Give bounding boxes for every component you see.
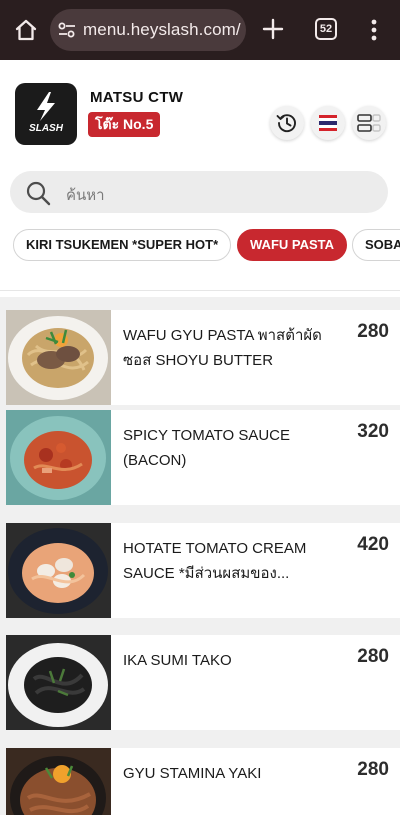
menu-item-price: 320	[357, 421, 389, 442]
tab-switcher-icon[interactable]: 52	[315, 18, 337, 40]
category-chip-wafu-pasta[interactable]: WAFU PASTA	[237, 229, 348, 261]
menu-item-name: HOTATE TOMATO CREAM SAUCE *มีส่วนผสมของ.…	[123, 540, 307, 582]
menu-item-price: 280	[357, 646, 389, 667]
search-bar[interactable]: ค้นหา	[10, 171, 388, 213]
site-settings-icon[interactable]	[56, 20, 78, 40]
history-icon	[276, 114, 296, 133]
more-vert-icon[interactable]	[364, 14, 384, 46]
logo-text: SLASH	[29, 123, 63, 134]
food-photo	[6, 635, 111, 730]
language-button[interactable]	[311, 106, 345, 140]
url-text[interactable]: menu.heyslash.com/	[83, 20, 241, 40]
lightning-bolt-icon	[37, 92, 55, 121]
menu-item-price: 280	[357, 759, 389, 780]
category-chip-kiri-tsukemen[interactable]: KIRI TSUKEMEN *SUPER HOT*	[13, 229, 232, 261]
restaurant-logo: SLASH	[15, 83, 77, 145]
menu-item-name: SPICY TOMATO SAUCE (BACON)	[123, 427, 290, 469]
menu-item[interactable]: WAFU GYU PASTA พาสต้าผัดซอส SHOYU BUTTER…	[6, 310, 400, 405]
restaurant-name: MATSU CTW	[90, 89, 184, 106]
order-history-button[interactable]	[270, 106, 304, 140]
category-tabs: KIRI TSUKEMEN *SUPER HOT* WAFU PASTA SOB…	[0, 229, 400, 261]
food-photo	[6, 310, 111, 405]
thai-flag-icon	[319, 115, 337, 131]
menu-item[interactable]: SPICY TOMATO SAUCE (BACON) 320	[6, 410, 400, 505]
view-toggle-button[interactable]	[352, 106, 386, 140]
menu-item-name: GYU STAMINA YAKI	[123, 765, 262, 782]
home-icon[interactable]	[10, 14, 42, 46]
divider	[0, 290, 400, 291]
table-badge: โต๊ะ No.5	[88, 112, 161, 137]
view-toggle-icon	[357, 114, 381, 132]
browser-toolbar: menu.heyslash.com/ 52	[0, 0, 400, 60]
menu-item[interactable]: GYU STAMINA YAKI 280	[6, 748, 400, 815]
menu-item[interactable]: IKA SUMI TAKO 280	[6, 635, 400, 730]
menu-item-price: 420	[357, 534, 389, 555]
new-tab-icon[interactable]	[258, 14, 288, 44]
food-photo	[6, 410, 111, 505]
category-chip-soba[interactable]: SOBA	[352, 229, 400, 261]
search-icon	[26, 181, 51, 206]
menu-list: WAFU GYU PASTA พาสต้าผัดซอส SHOYU BUTTER…	[0, 297, 400, 815]
menu-item-name: IKA SUMI TAKO	[123, 652, 232, 669]
menu-item-name: WAFU GYU PASTA พาสต้าผัดซอส SHOYU BUTTER	[123, 327, 322, 369]
address-bar[interactable]: menu.heyslash.com/	[50, 9, 246, 51]
search-input[interactable]: ค้นหา	[66, 183, 105, 207]
food-photo	[6, 523, 111, 618]
food-photo	[6, 748, 111, 815]
menu-item-price: 280	[357, 321, 389, 342]
menu-item[interactable]: HOTATE TOMATO CREAM SAUCE *มีส่วนผสมของ.…	[6, 523, 400, 618]
